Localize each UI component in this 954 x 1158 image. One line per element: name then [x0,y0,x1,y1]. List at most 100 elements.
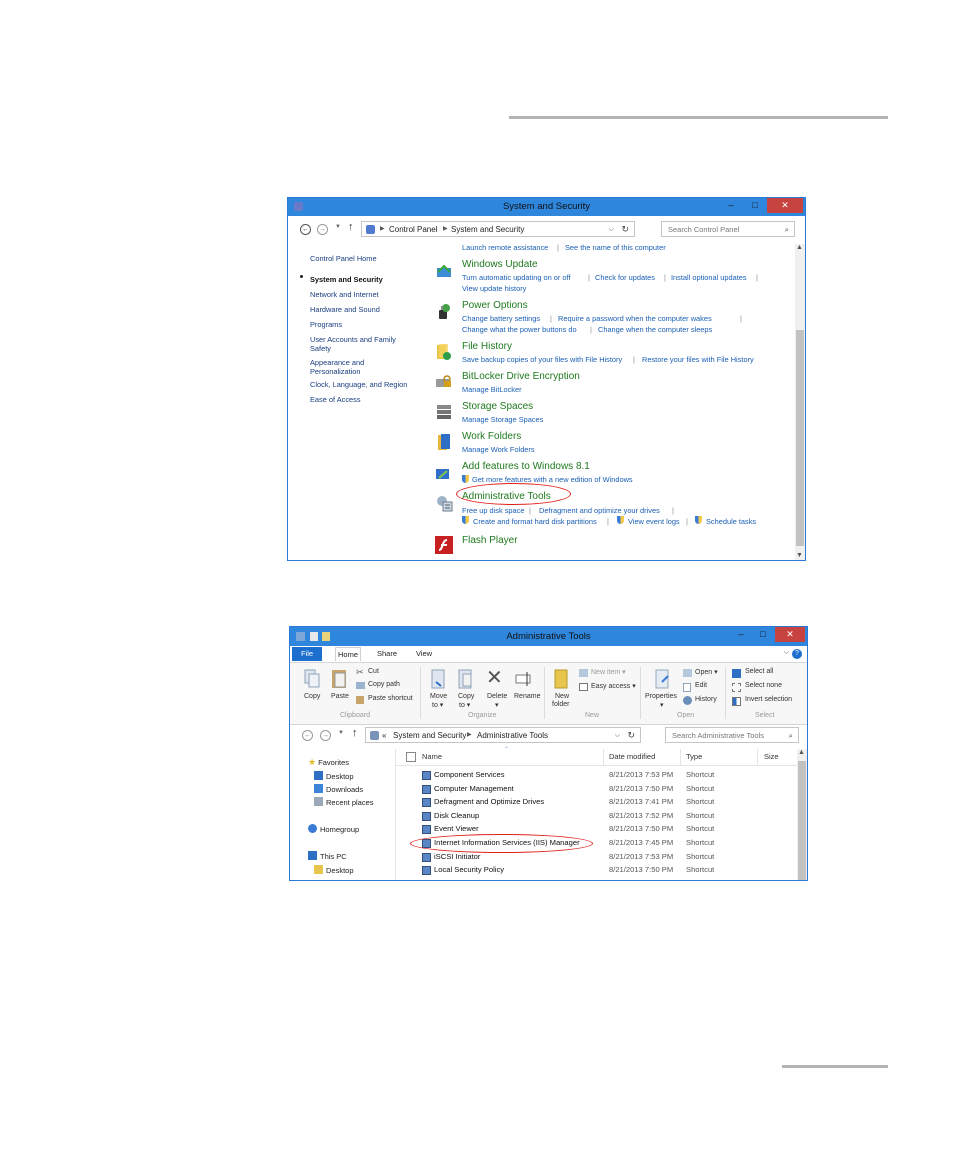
table-row[interactable]: Disk Cleanup 8/21/2013 7:52 PM Shortcut [396,810,795,823]
invert-selection-button[interactable]: Invert selection [745,696,792,703]
select-all-checkbox[interactable] [406,752,416,762]
refresh-icon[interactable]: ↻ [621,222,629,237]
chevron-down-icon[interactable]: ⌵ [615,728,620,743]
table-row[interactable]: Defragment and Optimize Drives 8/21/2013 … [396,796,795,809]
up-button[interactable]: ↑ [352,727,358,739]
link-view-event-logs[interactable]: View event logs [628,517,680,526]
link-power-buttons[interactable]: Change what the power buttons do [462,325,577,334]
delete-button[interactable]: Delete [487,693,507,700]
link-require-password[interactable]: Require a password when the computer wak… [558,314,712,323]
address-bar[interactable]: « System and Security ▶ Administrative T… [365,727,641,743]
sidebar-item-hardware-sound[interactable]: Hardware and Sound [310,305,380,314]
chevron-down-icon[interactable]: ⌵ [784,649,789,657]
link-restore-files[interactable]: Restore your files with File History [642,355,754,364]
sidebar-item-appearance[interactable]: Appearance and [310,358,364,367]
scroll-thumb[interactable] [796,330,804,546]
new-item-button[interactable]: New item ▾ [591,668,626,676]
history-button[interactable]: History [695,696,717,703]
table-row[interactable]: Component Services 8/21/2013 7:53 PM Short… [396,769,795,782]
chevron-down-icon[interactable]: ⌵ [609,222,614,237]
open-button[interactable]: Open ▾ [695,668,718,676]
breadcrumb-administrative-tools[interactable]: Administrative Tools [477,728,548,743]
new-folder-button[interactable]: New [555,693,569,700]
rename-button[interactable]: Rename [514,693,540,700]
paste-button[interactable]: Paste [331,693,349,700]
sidebar-item-programs[interactable]: Programs [310,320,342,329]
recent-locations-icon[interactable]: ▼ [338,730,344,736]
search-input[interactable]: Search Control Panel ⌕ [661,221,795,237]
search-icon[interactable]: ⌕ [785,222,789,237]
link-free-up-disk[interactable]: Free up disk space [462,506,524,515]
easy-access-button[interactable]: Easy access ▾ [591,682,636,690]
column-header-size[interactable]: Size [764,752,779,761]
nav-downloads[interactable]: Downloads [314,784,363,794]
scroll-up-icon[interactable]: ▲ [798,749,805,756]
tab-share[interactable]: Share [372,647,402,661]
column-header-type[interactable]: Type [686,752,702,761]
table-row[interactable]: Computer Management 8/21/2013 7:50 PM Shor… [396,783,795,796]
breadcrumb-control-panel[interactable]: Control Panel [389,222,437,237]
link-manage-storage[interactable]: Manage Storage Spaces [462,415,543,424]
section-title-flash-player[interactable]: Flash Player [462,535,518,546]
scroll-down-icon[interactable]: ▼ [796,552,803,559]
nav-homegroup[interactable]: Homegroup [308,824,359,834]
sidebar-item-network-internet[interactable]: Network and Internet [310,290,379,299]
breadcrumb-system-security[interactable]: System and Security [393,728,466,743]
link-defragment[interactable]: Defragment and optimize your drives [539,506,660,515]
close-button[interactable]: ✕ [775,627,805,642]
tab-home[interactable]: Home [335,647,361,661]
address-bar[interactable]: ▶ Control Panel ▶ System and Security ⌵ … [361,221,635,237]
link-manage-work-folders[interactable]: Manage Work Folders [462,445,535,454]
maximize-button[interactable]: □ [743,198,767,213]
copy-button[interactable]: Copy [304,693,320,700]
section-title-add-features[interactable]: Add features to Windows 8.1 [462,461,590,472]
maximize-button[interactable]: □ [751,627,775,642]
table-row[interactable]: iSCSI Initiator 8/21/2013 7:53 PM Shortcut [396,851,795,864]
properties-button[interactable]: Properties [645,693,677,700]
section-title-power-options[interactable]: Power Options [462,300,528,311]
nav-pc-desktop[interactable]: Desktop [314,865,354,875]
refresh-icon[interactable]: ↻ [627,728,635,743]
sidebar-item-control-panel-home[interactable]: Control Panel Home [310,254,377,263]
move-to-button[interactable]: Move [430,693,447,700]
column-header-name[interactable]: Name [422,752,442,761]
sidebar-item-clock-language[interactable]: Clock, Language, and Region [310,380,407,389]
section-title-windows-update[interactable]: Windows Update [462,259,538,270]
edit-button[interactable]: Edit [695,682,707,689]
search-icon[interactable]: ⌕ [789,728,793,743]
table-row[interactable]: Local Security Policy 8/21/2013 7:50 PM Sh… [396,864,795,877]
minimize-button[interactable]: – [729,627,753,642]
nav-favorites[interactable]: ★ Favorites [308,757,349,768]
section-title-bitlocker[interactable]: BitLocker Drive Encryption [462,371,580,382]
new-folder-button-2[interactable]: folder [552,701,570,708]
link-turn-auto-update[interactable]: Turn automatic updating on or off [462,273,570,282]
tab-file[interactable]: File [292,647,322,661]
close-button[interactable]: ✕ [767,198,803,213]
link-manage-bitlocker[interactable]: Manage BitLocker [462,385,522,394]
scroll-thumb[interactable] [798,761,806,880]
paste-shortcut-button[interactable]: Paste shortcut [368,695,413,702]
link-install-optional[interactable]: Install optional updates [671,273,747,282]
tab-view[interactable]: View [410,647,438,661]
forward-button[interactable]: → [320,730,331,741]
link-save-backup[interactable]: Save backup copies of your files with Fi… [462,355,622,364]
link-create-format-partitions[interactable]: Create and format hard disk partitions [473,517,597,526]
link-view-update-history[interactable]: View update history [462,284,526,293]
column-header-date[interactable]: Date modified [609,752,655,761]
nav-recent-places[interactable]: Recent places [314,797,374,807]
link-computer-sleeps[interactable]: Change when the computer sleeps [598,325,712,334]
vertical-scrollbar[interactable]: ▲ ▼ [795,244,805,560]
link-check-updates[interactable]: Check for updates [595,273,655,282]
see-computer-name-link[interactable]: See the name of this computer [565,243,666,252]
forward-button[interactable]: → [317,224,328,235]
nav-this-pc[interactable]: This PC [308,851,347,861]
recent-locations-icon[interactable]: ▼ [335,224,341,230]
delete-button-2[interactable]: ▾ [495,701,499,709]
section-title-storage-spaces[interactable]: Storage Spaces [462,401,533,412]
sidebar-item-ease-of-access[interactable]: Ease of Access [310,395,361,404]
cut-button[interactable]: Cut [368,668,379,675]
vertical-scrollbar[interactable]: ▲ [797,749,807,880]
link-change-battery[interactable]: Change battery settings [462,314,540,323]
nav-desktop[interactable]: Desktop [314,771,354,781]
copy-path-button[interactable]: Copy path [368,681,400,688]
